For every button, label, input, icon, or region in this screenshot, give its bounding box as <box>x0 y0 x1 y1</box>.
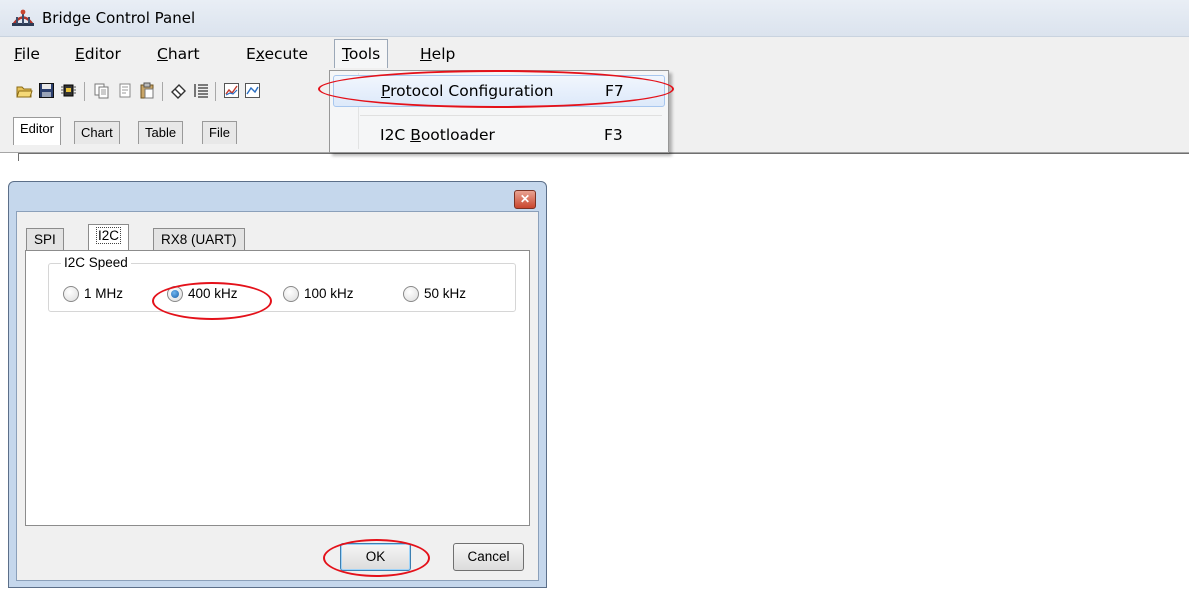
toolbar-separator <box>84 82 85 101</box>
tab-chart[interactable]: Chart <box>74 121 120 144</box>
save-icon[interactable] <box>38 82 55 99</box>
window-title: Bridge Control Panel <box>42 9 196 27</box>
protocol-configuration-dialog: ✕ SPI I2C RX8 (UART) I2C Speed 1 MHz 400… <box>8 181 547 588</box>
menu-tools[interactable]: Tools <box>334 39 389 68</box>
radio-button-icon <box>283 286 299 302</box>
tab-file[interactable]: File <box>202 121 237 144</box>
chip-icon[interactable] <box>60 82 77 99</box>
annotation-ellipse-protocol-configuration <box>318 70 674 108</box>
menu-execute[interactable]: Execute <box>246 45 308 63</box>
i2c-speed-group: I2C Speed 1 MHz 400 kHz 100 kHz 50 kHz <box>48 255 516 312</box>
open-folder-icon[interactable] <box>16 82 33 99</box>
title-bar: Bridge Control Panel <box>0 0 1189 37</box>
tab-i2c[interactable]: I2C <box>88 224 130 252</box>
menu-editor[interactable]: Editor <box>75 45 121 63</box>
annotation-ellipse-400khz <box>152 282 272 320</box>
menu-separator <box>360 115 662 116</box>
close-button[interactable]: ✕ <box>514 190 536 209</box>
list-icon[interactable] <box>193 82 210 99</box>
toolbar-separator <box>162 82 163 101</box>
copy-icon[interactable] <box>93 82 110 99</box>
annotation-ellipse-ok <box>323 539 430 577</box>
radio-button-icon <box>403 286 419 302</box>
tab-editor[interactable]: Editor <box>13 117 61 145</box>
tab-spi[interactable]: SPI <box>26 228 64 251</box>
cut-icon[interactable] <box>117 82 134 99</box>
eraser-icon[interactable] <box>170 82 187 99</box>
tab-rx8-uart[interactable]: RX8 (UART) <box>153 228 245 251</box>
menu-bar: File Editor Chart Execute Tools Help <box>0 37 1189 71</box>
toolbar-separator <box>215 82 216 101</box>
editor-area[interactable] <box>18 153 1189 161</box>
tab-table[interactable]: Table <box>138 121 184 144</box>
chart-icon[interactable] <box>244 82 261 99</box>
menu-help[interactable]: Help <box>420 45 455 63</box>
group-title: I2C Speed <box>61 255 131 270</box>
menu-chart[interactable]: Chart <box>157 45 200 63</box>
bridge-app-icon <box>12 9 34 26</box>
i2c-tab-page: I2C Speed 1 MHz 400 kHz 100 kHz 50 kHz <box>25 250 530 526</box>
radio-button-icon <box>63 286 79 302</box>
menu-item-i2c-bootloader[interactable]: I2C Bootloader F3 <box>333 120 663 150</box>
chart-icon[interactable] <box>223 82 240 99</box>
cancel-button[interactable]: Cancel <box>453 543 524 571</box>
menu-file[interactable]: File <box>14 45 40 63</box>
paste-icon[interactable] <box>139 82 156 99</box>
dialog-client-area: SPI I2C RX8 (UART) I2C Speed 1 MHz 400 k… <box>16 211 539 581</box>
shortcut-f3: F3 <box>604 126 623 144</box>
